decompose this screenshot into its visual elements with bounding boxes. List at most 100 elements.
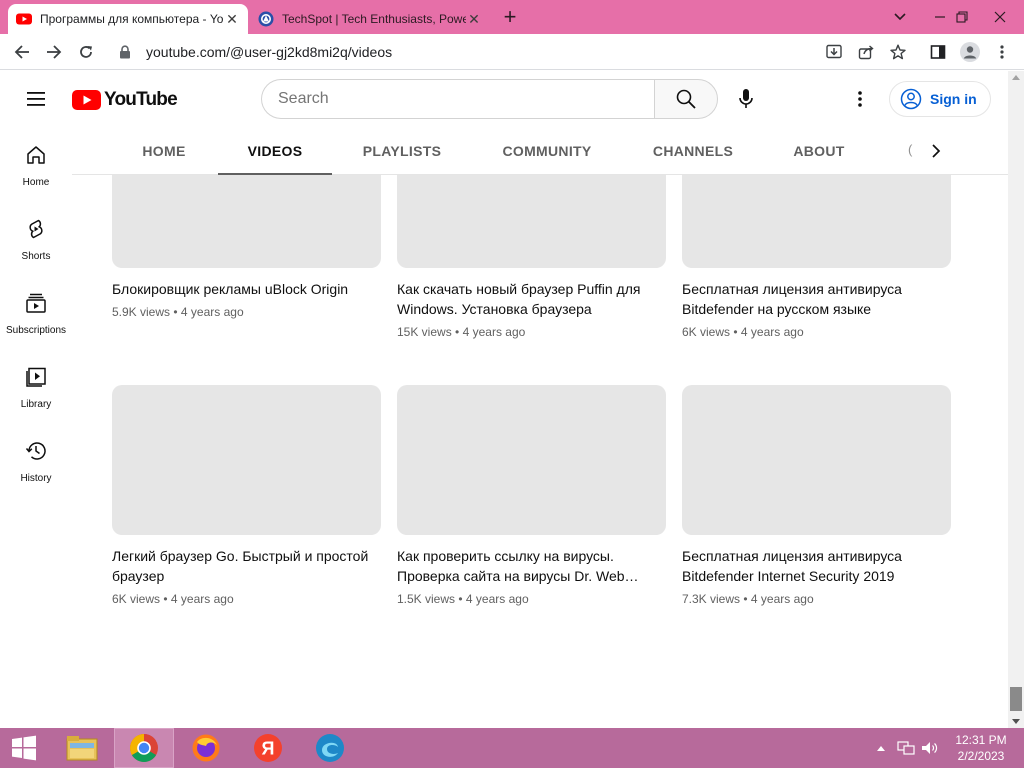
youtube-logo[interactable]: YouTube [72,88,178,112]
file-explorer-icon [66,736,98,761]
profile-button[interactable] [958,40,982,64]
tab-about[interactable]: ABOUT [784,127,854,175]
video-thumbnail[interactable] [112,385,381,535]
scroll-up-arrow-icon[interactable] [1012,75,1020,80]
video-card[interactable]: Бесплатная лицензия антивируса Bitdefend… [682,175,952,339]
page-scrollbar[interactable] [1008,71,1024,728]
tab-partial-search[interactable]: ( [908,142,912,157]
video-thumbnail[interactable] [112,175,381,268]
scroll-down-arrow-icon[interactable] [1012,719,1020,724]
meta-separator: • [173,305,178,319]
taskbar-chrome[interactable] [114,728,174,768]
history-icon [24,439,48,463]
sign-in-button[interactable]: Sign in [889,81,991,117]
taskbar-firefox[interactable] [176,728,236,768]
new-tab-button[interactable]: + [498,6,522,30]
taskbar-file-explorer[interactable] [52,728,112,768]
video-thumbnail[interactable] [682,385,951,535]
chevron-up-icon [877,746,885,751]
video-thumbnail[interactable] [397,385,666,535]
restore-window-button[interactable] [942,0,982,34]
guide-item-label: History [20,473,52,484]
video-meta: 1.5K views • 4 years ago [397,592,667,606]
settings-menu-button[interactable] [848,83,872,115]
clock-date: 2/2/2023 [957,749,1005,763]
video-title[interactable]: Легкий браузер Go. Быстрый и простой бра… [112,546,372,586]
start-button[interactable] [0,728,48,768]
guide-item-subscriptions[interactable]: Subscriptions [0,275,72,349]
tab-community[interactable]: COMMUNITY [490,127,604,175]
video-thumbnail[interactable] [397,175,666,268]
close-window-button[interactable] [980,0,1020,34]
side-panel-button[interactable] [926,40,950,64]
video-meta: 7.3K views • 4 years ago [682,592,952,606]
video-title[interactable]: Блокировщик рекламы uBlock Origin [112,279,372,299]
taskbar-yandex-browser[interactable]: Я [238,728,298,768]
forward-button[interactable] [42,40,66,64]
tab-youtube[interactable]: Программы для компьютера - YouTube ✕ [8,4,248,34]
video-age: 4 years ago [750,592,814,606]
meta-separator: • [733,325,738,339]
guide-menu-button[interactable] [24,87,48,111]
tab-title: Программы для компьютера - YouTube [40,12,224,26]
search-box[interactable] [261,79,655,119]
star-icon [890,44,906,60]
share-button[interactable] [854,40,878,64]
bookmark-button[interactable] [886,40,910,64]
meta-separator: • [455,325,460,339]
meta-separator: • [163,592,168,606]
install-app-button[interactable] [822,40,846,64]
youtube-favicon [16,13,32,25]
show-hidden-icons-button[interactable] [874,728,888,768]
voice-search-button[interactable] [730,83,762,115]
guide-item-library[interactable]: Library [0,349,72,423]
browser-menu-button[interactable] [990,40,1014,64]
video-card[interactable]: Легкий браузер Go. Быстрый и простой бра… [112,385,382,606]
tab-techspot[interactable]: TechSpot | Tech Enthusiasts, Power Users… [250,4,490,34]
close-tab-icon[interactable]: ✕ [224,11,240,27]
home-icon [24,143,48,167]
video-card[interactable]: Как проверить ссылку на вирусы. Проверка… [397,385,667,606]
tab-search-chevron-icon[interactable] [880,0,920,34]
guide-item-history[interactable]: History [0,423,72,497]
back-button[interactable] [10,40,34,64]
scrollbar-thumb[interactable] [1010,687,1022,711]
video-title[interactable]: Как проверить ссылку на вирусы. Проверка… [397,546,657,586]
taskbar-edge[interactable] [300,728,360,768]
video-card[interactable]: Блокировщик рекламы uBlock Origin 5.9K v… [112,175,382,319]
library-icon [24,365,48,389]
url-text: youtube.com/@user-gj2kd8mi2q/videos [146,44,393,60]
guide-sidebar: Home Shorts Subscriptions Library Histor… [0,127,72,728]
yandex-logo-letter: Я [262,739,275,759]
volume-tray-icon[interactable] [920,728,940,768]
network-icon [897,741,915,755]
close-tab-icon[interactable]: ✕ [466,11,482,27]
address-bar[interactable]: youtube.com/@user-gj2kd8mi2q/videos [106,37,906,67]
video-title[interactable]: Бесплатная лицензия антивируса Bitdefend… [682,546,942,586]
guide-item-shorts[interactable]: Shorts [0,201,72,275]
video-age: 4 years ago [462,325,526,339]
video-title[interactable]: Как скачать новый браузер Puffin для Win… [397,279,657,319]
tab-playlists[interactable]: PLAYLISTS [350,127,454,175]
download-install-icon [826,44,842,59]
tabs-scroll-right-button[interactable] [924,139,948,163]
tab-videos[interactable]: VIDEOS [218,127,332,176]
search-button[interactable] [654,79,718,119]
video-meta: 6K views • 4 years ago [682,325,952,339]
video-title[interactable]: Бесплатная лицензия антивируса Bitdefend… [682,279,942,319]
video-card[interactable]: Бесплатная лицензия антивируса Bitdefend… [682,385,952,606]
guide-item-home[interactable]: Home [0,127,72,201]
tab-channels[interactable]: CHANNELS [642,127,744,175]
network-tray-icon[interactable] [896,728,916,768]
tab-home[interactable]: HOME [128,127,200,175]
tab-title: TechSpot | Tech Enthusiasts, Power Users [282,12,466,26]
browser-tab-strip: Программы для компьютера - YouTube ✕ Tec… [0,0,1024,34]
reload-button[interactable] [74,40,98,64]
microphone-icon [739,89,753,108]
shorts-icon [24,217,48,241]
search-input[interactable] [278,90,655,108]
video-thumbnail[interactable] [682,175,951,268]
video-card[interactable]: Как скачать новый браузер Puffin для Win… [397,175,667,339]
video-grid: Блокировщик рекламы uBlock Origin 5.9K v… [72,175,1008,728]
taskbar-clock[interactable]: 12:31 PM 2/2/2023 [946,732,1016,764]
